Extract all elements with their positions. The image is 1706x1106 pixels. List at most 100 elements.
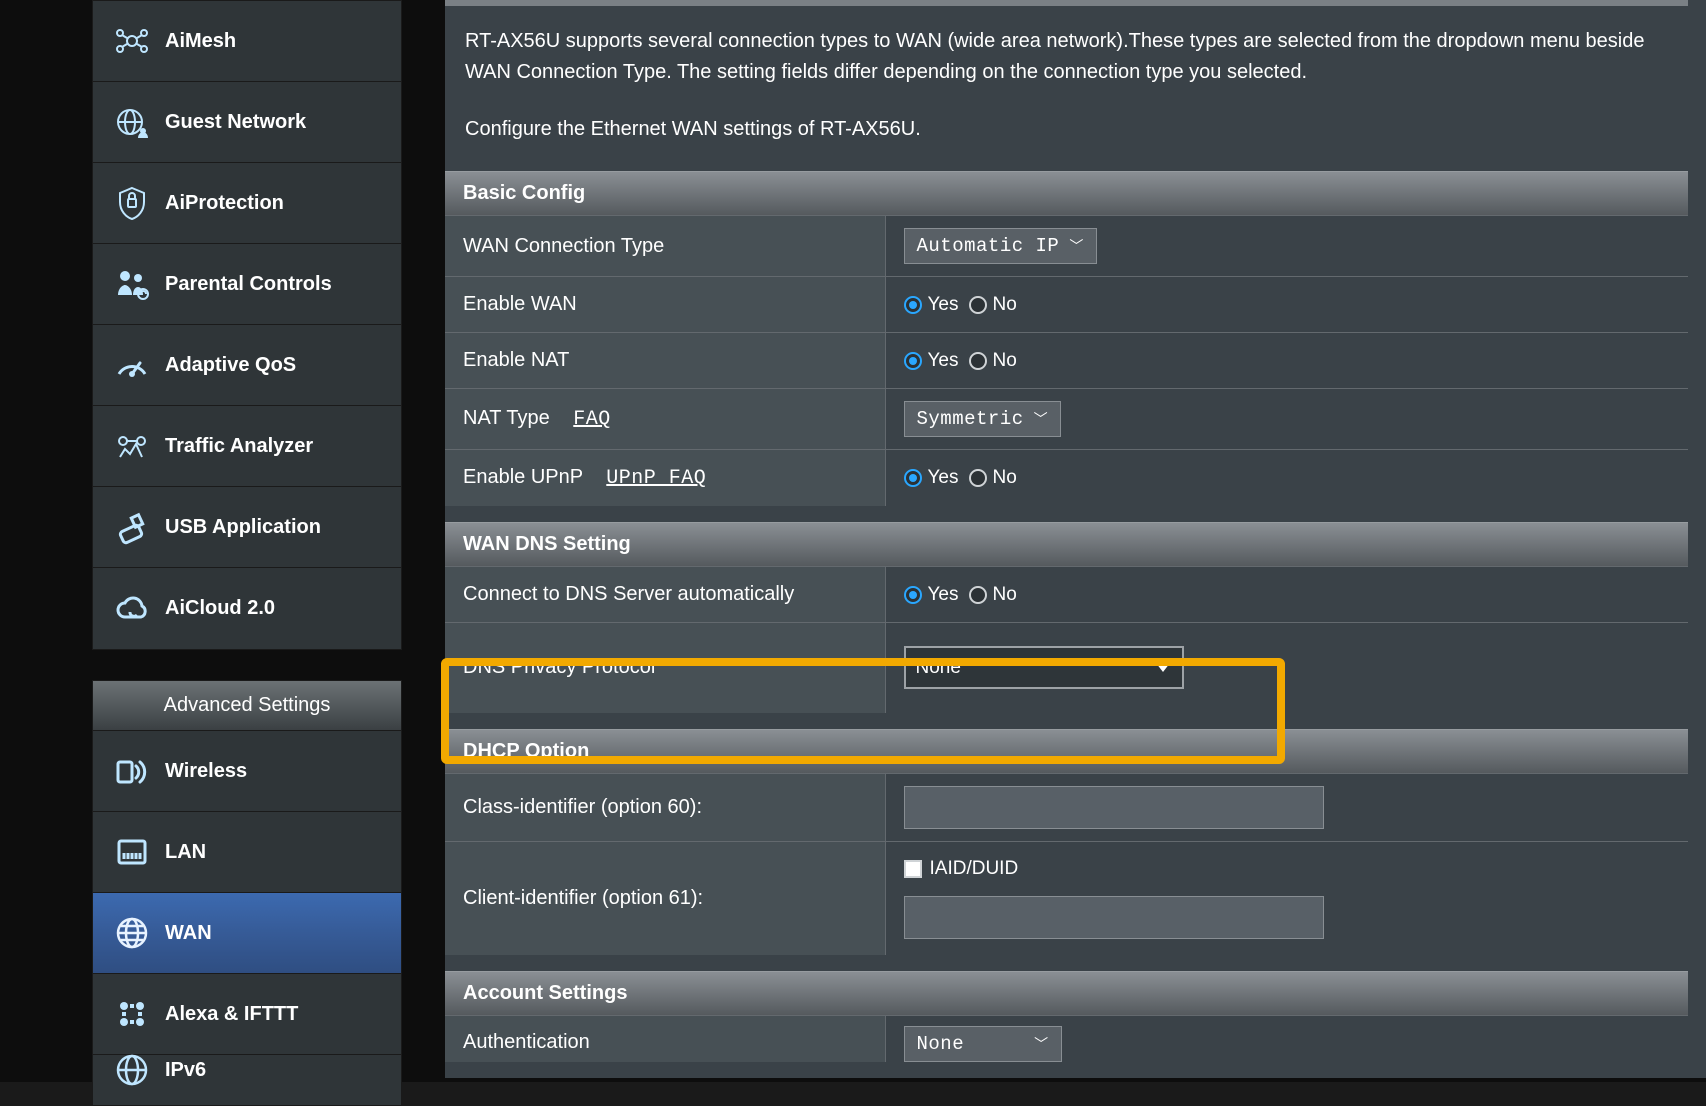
input-class-id[interactable] xyxy=(904,786,1324,829)
chevron-down-icon: ﹀ xyxy=(1069,236,1084,256)
intro-text: RT-AX56U supports several connection typ… xyxy=(445,6,1706,145)
sidebar-item-adaptive-qos[interactable]: Adaptive QoS xyxy=(93,325,401,406)
link-upnp-faq[interactable]: UPnP FAQ xyxy=(606,467,706,490)
sidebar-item-label: Alexa & IFTTT xyxy=(165,1003,298,1026)
sidebar-item-usb-application[interactable]: USB Application xyxy=(93,487,401,568)
sidebar-item-label: USB Application xyxy=(165,516,321,539)
sidebar: AiMesh Guest Network AiProtection Parent… xyxy=(92,0,402,1106)
lan-icon xyxy=(113,833,151,871)
analyzer-icon xyxy=(113,427,151,465)
radio-yes[interactable]: Yes xyxy=(904,294,959,316)
cloud-icon xyxy=(113,590,151,628)
sidebar-item-label: LAN xyxy=(165,841,206,864)
label-enable-nat: Enable NAT xyxy=(445,333,885,389)
parental-icon xyxy=(113,265,151,303)
section-wan-dns: WAN DNS Setting Connect to DNS Server au… xyxy=(445,522,1688,713)
globe2-icon xyxy=(113,1051,151,1089)
aimesh-icon xyxy=(113,22,151,60)
radio-label: No xyxy=(993,584,1017,606)
section-header-dhcp: DHCP Option xyxy=(445,729,1688,773)
shield-icon xyxy=(113,184,151,222)
section-account: Account Settings Authentication None ﹀ xyxy=(445,971,1688,1062)
sidebar-item-ipv6[interactable]: IPv6 xyxy=(93,1055,401,1105)
radio-input[interactable] xyxy=(904,586,922,604)
radio-label: Yes xyxy=(928,350,959,372)
wireless-icon xyxy=(113,752,151,790)
radio-enable-upnp: Yes No xyxy=(904,467,1671,489)
intro-line1: RT-AX56U supports several connection typ… xyxy=(465,26,1678,88)
radio-input[interactable] xyxy=(904,296,922,314)
radio-no[interactable]: No xyxy=(969,350,1017,372)
radio-label: No xyxy=(993,294,1017,316)
sidebar-item-traffic-analyzer[interactable]: Traffic Analyzer xyxy=(93,406,401,487)
sidebar-item-wan[interactable]: WAN xyxy=(93,893,401,974)
sidebar-item-label: WAN xyxy=(165,922,212,945)
select-value: Automatic IP xyxy=(917,235,1060,257)
radio-no[interactable]: No xyxy=(969,467,1017,489)
intro-line2: Configure the Ethernet WAN settings of R… xyxy=(465,114,1678,145)
chevron-down-icon: ﹀ xyxy=(1034,409,1049,429)
radio-input[interactable] xyxy=(904,469,922,487)
label-class-id: Class-identifier (option 60): xyxy=(445,773,885,841)
section-header-account: Account Settings xyxy=(445,971,1688,1015)
sidebar-item-label: Parental Controls xyxy=(165,273,332,296)
wan-icon xyxy=(113,914,151,952)
radio-yes[interactable]: Yes xyxy=(904,467,959,489)
checkbox-iaid-duid[interactable] xyxy=(904,860,922,878)
select-authentication[interactable]: None ﹀ xyxy=(904,1026,1062,1062)
label-connect-dns-auto: Connect to DNS Server automatically xyxy=(445,567,885,623)
radio-connect-dns-auto: Yes No xyxy=(904,584,1671,606)
section-basic-config: Basic Config WAN Connection Type Automat… xyxy=(445,171,1688,506)
radio-input[interactable] xyxy=(969,469,987,487)
label-enable-upnp: Enable UPnP UPnP FAQ xyxy=(445,450,885,507)
label-client-id: Client-identifier (option 61): xyxy=(445,841,885,955)
input-client-id[interactable] xyxy=(904,896,1324,939)
radio-input[interactable] xyxy=(969,352,987,370)
radio-no[interactable]: No xyxy=(969,584,1017,606)
radio-no[interactable]: No xyxy=(969,294,1017,316)
sidebar-item-label: Traffic Analyzer xyxy=(165,435,313,458)
radio-input[interactable] xyxy=(969,296,987,314)
radio-label: Yes xyxy=(928,294,959,316)
sidebar-item-guest-network[interactable]: Guest Network xyxy=(93,82,401,163)
sidebar-item-alexa-ifttt[interactable]: Alexa & IFTTT xyxy=(93,974,401,1055)
radio-yes[interactable]: Yes xyxy=(904,350,959,372)
checkbox-label: IAID/DUID xyxy=(930,858,1019,880)
globe-icon xyxy=(113,103,151,141)
label-enable-wan: Enable WAN xyxy=(445,277,885,333)
sidebar-item-aiprotection[interactable]: AiProtection xyxy=(93,163,401,244)
alexa-icon xyxy=(113,995,151,1033)
sidebar-item-label: Adaptive QoS xyxy=(165,354,296,377)
radio-label: No xyxy=(993,467,1017,489)
select-wan-conn-type[interactable]: Automatic IP ﹀ xyxy=(904,228,1097,264)
sidebar-item-wireless[interactable]: Wireless xyxy=(93,731,401,812)
select-value: None xyxy=(917,1033,965,1055)
sidebar-item-aicloud[interactable]: AiCloud 2.0 xyxy=(93,568,401,649)
radio-input[interactable] xyxy=(969,586,987,604)
sidebar-item-label: AiCloud 2.0 xyxy=(165,597,275,620)
link-nat-faq[interactable]: FAQ xyxy=(573,408,611,431)
select-value: Symmetric xyxy=(917,408,1024,430)
radio-yes[interactable]: Yes xyxy=(904,584,959,606)
sidebar-item-parental-controls[interactable]: Parental Controls xyxy=(93,244,401,325)
select-nat-type[interactable]: Symmetric ﹀ xyxy=(904,401,1062,437)
label-text: NAT Type xyxy=(463,407,550,429)
label-authentication: Authentication xyxy=(445,1015,885,1062)
advanced-settings-header: Advanced Settings xyxy=(93,681,401,731)
radio-enable-nat: Yes No xyxy=(904,350,1671,372)
main-content: RT-AX56U supports several connection typ… xyxy=(445,0,1706,1078)
select-dns-privacy[interactable]: None xyxy=(904,646,1184,689)
chevron-down-icon: ﹀ xyxy=(1034,1034,1049,1054)
sidebar-item-aimesh[interactable]: AiMesh xyxy=(93,1,401,82)
sidebar-item-label: Wireless xyxy=(165,760,247,783)
sidebar-item-label: AiMesh xyxy=(165,30,236,53)
sidebar-item-label: IPv6 xyxy=(165,1059,206,1082)
sidebar-item-lan[interactable]: LAN xyxy=(93,812,401,893)
radio-label: No xyxy=(993,350,1017,372)
gauge-icon xyxy=(113,346,151,384)
radio-input[interactable] xyxy=(904,352,922,370)
label-dns-privacy: DNS Privacy Protocol xyxy=(445,623,885,713)
sidebar-item-label: Guest Network xyxy=(165,111,306,134)
section-header-dns: WAN DNS Setting xyxy=(445,522,1688,566)
radio-enable-wan: Yes No xyxy=(904,294,1671,316)
